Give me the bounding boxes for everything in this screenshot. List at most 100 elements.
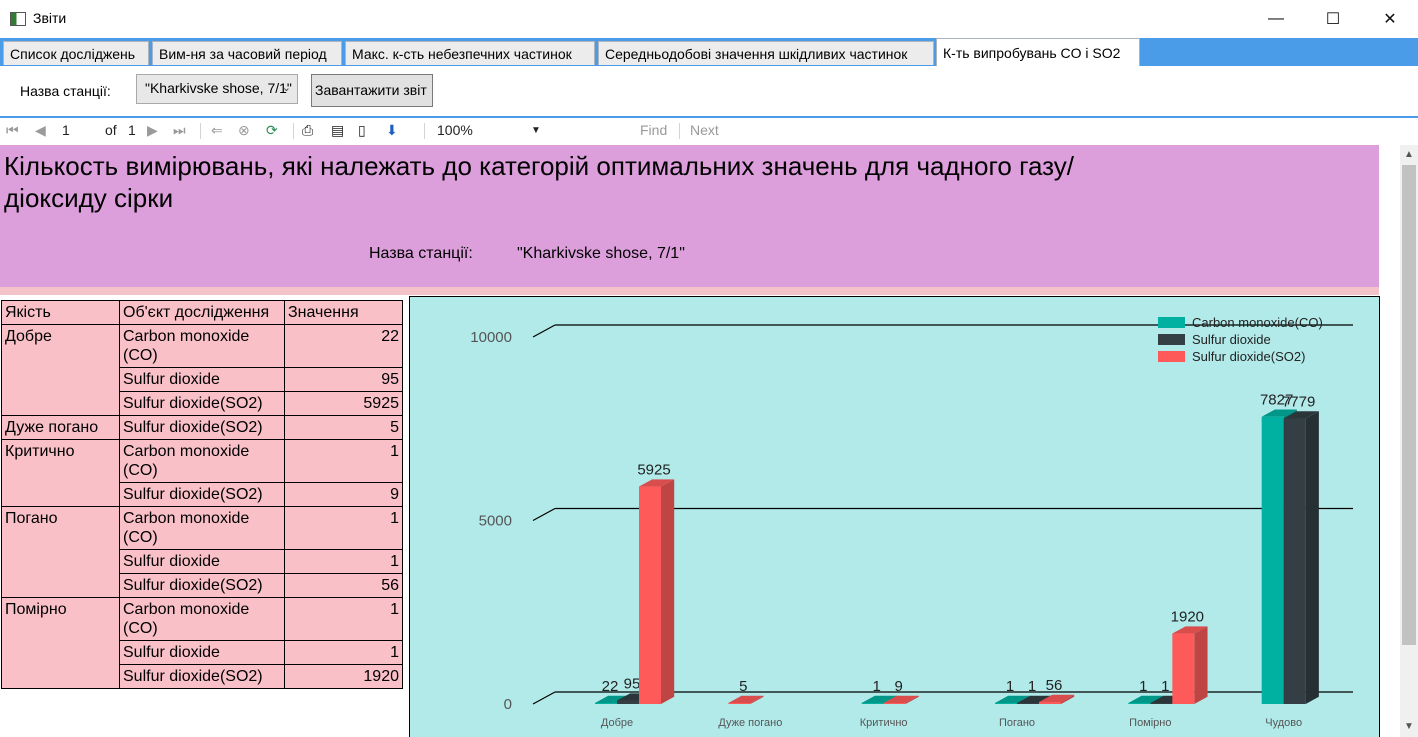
legend-swatch bbox=[1158, 334, 1185, 345]
toolbar-separator bbox=[679, 123, 680, 139]
data-label: 95 bbox=[624, 676, 641, 693]
value-cell: 1920 bbox=[284, 664, 403, 689]
object-cell: Sulfur dioxide(SO2) bbox=[119, 573, 285, 598]
x-tick-label: Критично bbox=[860, 717, 908, 729]
data-label: 1920 bbox=[1171, 609, 1204, 626]
quality-cell: Критично bbox=[1, 439, 120, 507]
report-header: Кількость вимірювань, які належать до ка… bbox=[0, 145, 1379, 287]
scroll-down-icon[interactable]: ▼ bbox=[1404, 721, 1414, 732]
bar-chart: 050001000022 955925Добре5Дуже погано1 9Кри… bbox=[470, 315, 1353, 729]
value-cell: 9 bbox=[284, 482, 403, 507]
quality-cell: Дуже погано bbox=[1, 415, 120, 440]
tab-max-dangerous[interactable]: Макс. к-сть небезпечних частинок bbox=[345, 41, 595, 65]
tab-daily-average[interactable]: Середньодобові значення шкідливих частин… bbox=[598, 41, 934, 65]
bar bbox=[1283, 418, 1306, 704]
table-row: Помірно Carbon monoxide (CO) 1 bbox=[1, 597, 403, 689]
bar bbox=[1017, 703, 1039, 704]
data-label: 56 bbox=[1046, 677, 1063, 694]
data-label: 5925 bbox=[637, 462, 670, 479]
tab-strip: Список досліджень Вим-ня за часовий пері… bbox=[0, 38, 1418, 66]
bar-side bbox=[1194, 626, 1208, 704]
bar bbox=[1261, 416, 1284, 704]
legend-label: Carbon monoxide(CO) bbox=[1192, 315, 1323, 330]
first-page-icon[interactable]: ⏮ bbox=[6, 122, 19, 139]
chevron-down-icon[interactable]: ⌄ bbox=[282, 81, 291, 94]
header-divider bbox=[0, 287, 1379, 295]
bar bbox=[595, 703, 617, 704]
object-cell: Sulfur dioxide(SO2) bbox=[119, 664, 285, 689]
stop-icon[interactable]: ⊗ bbox=[238, 122, 250, 139]
bar-side bbox=[1305, 411, 1319, 704]
zoom-select[interactable]: 100% bbox=[437, 122, 473, 138]
header-object: Об'єкт дослідження bbox=[119, 300, 285, 325]
window-titlebar: Звіти — ☐ ✕ bbox=[0, 0, 1418, 38]
measurement-table: Якість Об'єкт дослідження Значення Добре… bbox=[1, 300, 403, 689]
scrollbar-thumb[interactable] bbox=[1402, 165, 1416, 645]
current-page-input[interactable]: 1 bbox=[62, 122, 70, 138]
legend-label: Sulfur dioxide(SO2) bbox=[1192, 349, 1305, 364]
data-label: 1 bbox=[1161, 678, 1169, 695]
bar bbox=[639, 486, 661, 704]
print-layout-icon[interactable]: ▤ bbox=[331, 122, 344, 139]
report-body: Кількость вимірювань, які належать до ка… bbox=[0, 145, 1400, 737]
station-param-label: Назва станції: bbox=[20, 83, 111, 99]
y-tick-label: 0 bbox=[504, 696, 512, 713]
last-page-icon[interactable]: ⏭ bbox=[173, 122, 186, 139]
tab-time-period[interactable]: Вим-ня за часовий період bbox=[152, 41, 342, 65]
report-title: Кількость вимірювань, які належать до ка… bbox=[4, 151, 1075, 213]
previous-page-icon[interactable]: ◀ bbox=[35, 122, 46, 139]
tab-co-so2-count[interactable]: К-ть випробувань CO і SO2 bbox=[936, 38, 1140, 66]
scroll-up-icon[interactable]: ▲ bbox=[1404, 149, 1414, 160]
table-row: Дуже погано Sulfur dioxide(SO2) 5 bbox=[1, 415, 403, 440]
value-cell: 1 bbox=[284, 597, 403, 641]
vertical-scrollbar[interactable]: ▲ ▼ bbox=[1400, 145, 1418, 737]
object-cell: Carbon monoxide (CO) bbox=[119, 439, 285, 483]
station-label: Назва станції: bbox=[369, 245, 473, 262]
page-of-label: of bbox=[105, 122, 117, 138]
gridline bbox=[532, 507, 556, 522]
station-select-value: "Kharkivske shose, 7/1" bbox=[145, 80, 292, 96]
station-select[interactable]: "Kharkivske shose, 7/1" ⌄ bbox=[136, 74, 298, 104]
page-setup-icon[interactable]: ▯ bbox=[358, 122, 366, 139]
table-row: Критично Carbon monoxide (CO) 1 bbox=[1, 439, 403, 507]
refresh-icon[interactable]: ⟳ bbox=[266, 122, 278, 139]
value-cell: 1 bbox=[284, 640, 403, 665]
find-button[interactable]: Find bbox=[640, 122, 667, 138]
close-button[interactable]: ✕ bbox=[1361, 0, 1418, 38]
chart-panel: 0 5000 10000 22 95 5925 Добре 5 Дуже погано 1 9 Кри… bbox=[409, 296, 1380, 737]
object-cell: Sulfur dioxide(SO2) bbox=[119, 415, 285, 440]
tab-studies-list[interactable]: Список досліджень bbox=[3, 41, 149, 65]
header-value: Значення bbox=[284, 300, 403, 325]
gridline bbox=[532, 324, 556, 338]
legend-label: Sulfur dioxide bbox=[1192, 332, 1271, 347]
next-find-button[interactable]: Next bbox=[690, 122, 719, 138]
x-tick-label: Чудово bbox=[1265, 717, 1302, 729]
print-icon[interactable]: ⎙ bbox=[302, 122, 313, 139]
quality-cell: Погано bbox=[1, 506, 120, 598]
object-cell: Carbon monoxide (CO) bbox=[119, 597, 285, 641]
load-report-button[interactable]: Завантажити звіт bbox=[311, 74, 433, 107]
zoom-chevron-down-icon[interactable]: ▼ bbox=[531, 125, 541, 136]
toolbar-separator bbox=[293, 123, 294, 139]
bar bbox=[1128, 703, 1151, 704]
header-quality: Якість bbox=[1, 300, 120, 325]
export-icon[interactable]: ⬇ bbox=[386, 122, 398, 139]
object-cell: Carbon monoxide (CO) bbox=[119, 506, 285, 550]
object-cell: Sulfur dioxide bbox=[119, 367, 285, 392]
table-row: Погано Carbon monoxide (CO) 1 bbox=[1, 506, 403, 598]
data-label: 22 bbox=[602, 678, 619, 695]
app-icon bbox=[10, 12, 26, 26]
report-toolbar: ⏮ ◀ 1 of 1 ▶ ⏭ ⇐ ⊗ ⟳ ⎙ ▤ ▯ ⬇ 100% ▼ Find… bbox=[0, 118, 1418, 144]
table-row: Добре Carbon monoxide (CO) 22 bbox=[1, 324, 403, 416]
maximize-button[interactable]: ☐ bbox=[1304, 0, 1362, 38]
value-cell: 1 bbox=[284, 549, 403, 574]
minimize-button[interactable]: — bbox=[1247, 0, 1305, 38]
value-cell: 5925 bbox=[284, 391, 403, 416]
legend-swatch bbox=[1158, 351, 1185, 362]
value-cell: 56 bbox=[284, 573, 403, 598]
next-page-icon[interactable]: ▶ bbox=[147, 122, 158, 139]
window-title: Звіти bbox=[33, 10, 67, 26]
back-icon[interactable]: ⇐ bbox=[211, 122, 223, 139]
object-cell: Sulfur dioxide bbox=[119, 549, 285, 574]
bar bbox=[1172, 633, 1195, 704]
